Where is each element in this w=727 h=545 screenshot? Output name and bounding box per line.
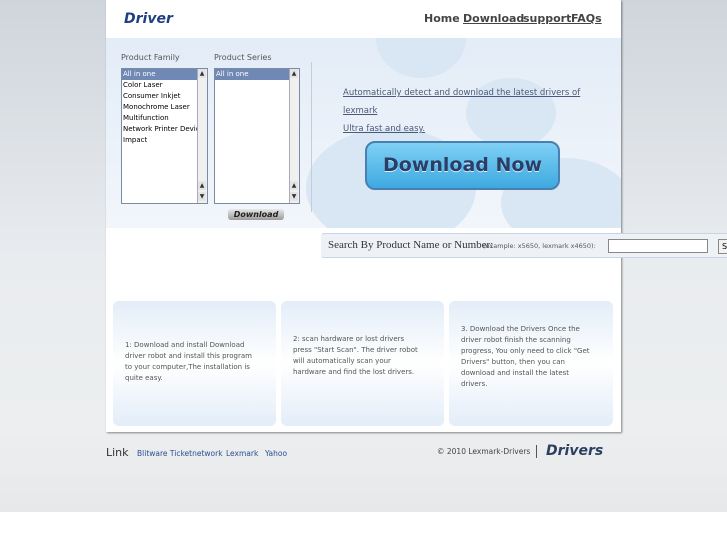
promo-text[interactable]: Automatically detect and download the la… bbox=[343, 84, 613, 138]
product-family-label: Product Family bbox=[121, 53, 180, 62]
search-label: Search By Product Name or Number: bbox=[328, 239, 494, 251]
download-now-button[interactable]: Download Now bbox=[365, 141, 560, 190]
step-text: 1: Download and install Download driver … bbox=[125, 341, 252, 382]
step-card-2: 2: scan hardware or lost drivers press "… bbox=[281, 301, 444, 426]
search-button[interactable]: S bbox=[718, 239, 727, 254]
divider bbox=[311, 62, 312, 212]
family-option[interactable]: Network Printer Device bbox=[122, 124, 207, 135]
search-example: (example: x5650, lexmark x4650): bbox=[483, 242, 596, 250]
step-card-1: 1: Download and install Download driver … bbox=[113, 301, 276, 426]
nav-download[interactable]: Download bbox=[463, 12, 524, 25]
family-option[interactable]: All in one bbox=[122, 69, 207, 80]
step-card-3: 3. Download the Drivers Once the driver … bbox=[449, 301, 613, 426]
family-option[interactable]: Consumer Inkjet bbox=[122, 91, 207, 102]
product-series-listbox[interactable]: All in one ▲ ▲ ▼ bbox=[214, 68, 300, 204]
promo-line-2[interactable]: Ultra fast and easy. bbox=[343, 120, 613, 138]
scroll-up-icon[interactable]: ▲ bbox=[198, 69, 206, 78]
nav-support[interactable]: support bbox=[523, 12, 571, 25]
search-input[interactable] bbox=[608, 239, 708, 253]
step-text: 3. Download the Drivers Once the driver … bbox=[461, 325, 590, 388]
promo-line-1[interactable]: Automatically detect and download the la… bbox=[343, 84, 613, 120]
scroll-up-icon[interactable]: ▲ bbox=[290, 69, 298, 78]
scrollbar[interactable]: ▲ ▲ ▼ bbox=[289, 69, 299, 203]
family-option[interactable]: Multifunction bbox=[122, 113, 207, 124]
download-button[interactable]: Download bbox=[228, 209, 284, 220]
footer-logo: Drivers bbox=[546, 443, 604, 459]
footer-link[interactable]: Lexmark bbox=[226, 449, 258, 458]
nav-faqs[interactable]: FAQs bbox=[571, 12, 602, 25]
copyright: © 2010 Lexmark-Drivers bbox=[437, 447, 531, 456]
product-family-listbox[interactable]: All in one Color Laser Consumer Inkjet M… bbox=[121, 68, 208, 204]
scroll-down-icon[interactable]: ▼ bbox=[198, 192, 206, 201]
decor-blob bbox=[376, 38, 466, 78]
footer-link[interactable]: Yahoo bbox=[265, 449, 287, 458]
series-option[interactable]: All in one bbox=[215, 69, 299, 80]
family-option[interactable]: Monochrome Laser bbox=[122, 102, 207, 113]
divider bbox=[536, 445, 537, 458]
main-panel: Driver Home Download support FAQs Produc… bbox=[106, 0, 621, 432]
hero-section: Product Family Product Series All in one… bbox=[106, 38, 621, 228]
search-bar: Search By Product Name or Number: (examp… bbox=[321, 233, 727, 258]
footer-link[interactable]: Blitware Ticketnetwork bbox=[137, 449, 223, 458]
product-series-label: Product Series bbox=[214, 53, 272, 62]
nav-home[interactable]: Home bbox=[424, 12, 460, 25]
scrollbar[interactable]: ▲ ▲ ▼ bbox=[197, 69, 207, 203]
family-option[interactable]: Color Laser bbox=[122, 80, 207, 91]
footer-link-label: Link bbox=[106, 446, 129, 459]
scroll-up-icon[interactable]: ▲ bbox=[198, 181, 206, 190]
step-text: 2: scan hardware or lost drivers press "… bbox=[293, 335, 418, 376]
scroll-up-icon[interactable]: ▲ bbox=[290, 181, 298, 190]
family-option[interactable]: Impact bbox=[122, 135, 207, 146]
site-logo[interactable]: Driver bbox=[124, 11, 173, 27]
header: Driver Home Download support FAQs bbox=[106, 0, 621, 38]
scroll-down-icon[interactable]: ▼ bbox=[290, 192, 298, 201]
